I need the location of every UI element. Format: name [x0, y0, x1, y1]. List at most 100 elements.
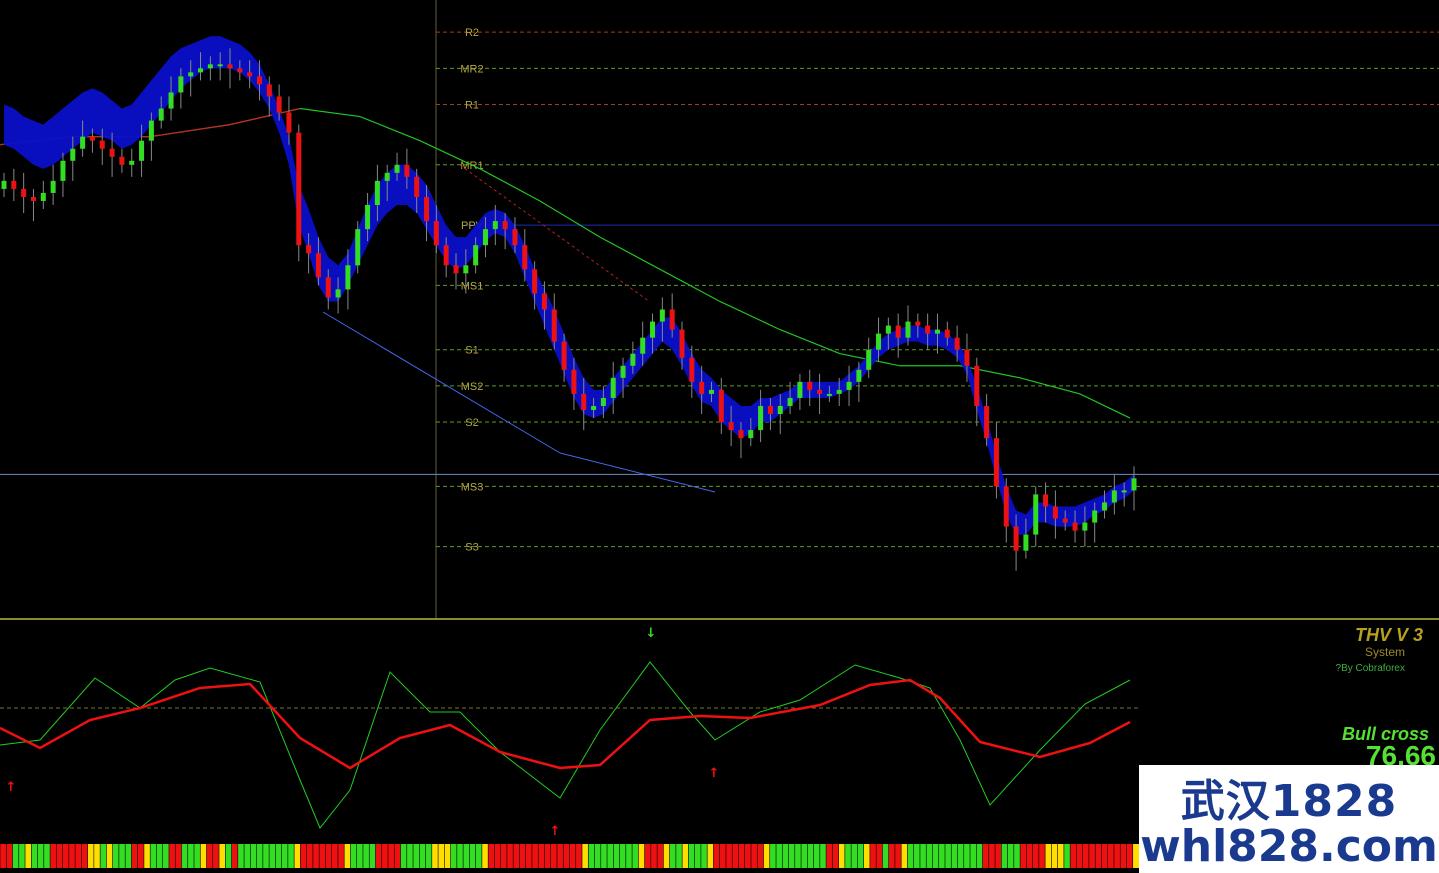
strip-cell — [394, 844, 401, 868]
strip-cell — [506, 844, 514, 868]
candle-body — [119, 156, 125, 165]
arrow-down-icon: ↓ — [646, 626, 657, 641]
strip-cell — [275, 844, 283, 868]
strip-cell — [31, 844, 38, 868]
candle-body — [1111, 490, 1117, 503]
candle-body — [178, 76, 184, 93]
strip-cell — [888, 844, 896, 868]
strip-cell — [106, 844, 114, 868]
candle-body — [502, 221, 508, 230]
strip-cell — [200, 844, 207, 868]
strip-cell — [1088, 844, 1096, 868]
candle-body — [561, 341, 567, 370]
strip-cell — [519, 844, 527, 868]
strip-cell — [156, 844, 164, 868]
color-strip — [0, 844, 1140, 868]
strip-cell — [725, 844, 733, 868]
strip-cell — [538, 844, 545, 868]
strip-cell — [494, 844, 502, 868]
candle-body — [60, 160, 66, 181]
strip-cell — [851, 844, 858, 868]
strip-cell — [1020, 844, 1027, 868]
candle-body — [581, 393, 587, 410]
candle-body — [404, 164, 410, 177]
candle-body — [1043, 494, 1049, 507]
strip-cell — [982, 844, 990, 868]
strip-cell — [406, 844, 414, 868]
candle-body — [394, 164, 400, 173]
candle-body — [21, 188, 27, 197]
strip-cell — [37, 844, 45, 868]
candle-body — [1131, 478, 1137, 491]
pivot-label-mr2: MR2 — [460, 63, 483, 75]
strip-cell — [306, 844, 314, 868]
candle-body — [247, 72, 253, 77]
oscillator — [0, 661, 1131, 829]
candle-body — [571, 369, 577, 394]
strip-cell — [607, 844, 614, 868]
arrow-up-icon: ↑ — [6, 780, 17, 795]
strip-cell — [294, 844, 301, 868]
strip-cell — [707, 844, 714, 868]
candle-body — [522, 245, 528, 270]
candle-body — [315, 253, 321, 278]
arrow-up-icon: ↑ — [709, 766, 720, 781]
candle-body — [306, 245, 312, 254]
candle-body — [365, 205, 371, 230]
candle-body — [718, 389, 724, 423]
candle-body — [30, 196, 36, 201]
candle-body — [374, 180, 380, 205]
candle-body — [207, 64, 213, 69]
candle-body — [433, 221, 439, 246]
candle-body — [699, 381, 705, 394]
strip-cell — [1001, 844, 1008, 868]
candle-body — [1023, 534, 1029, 551]
candle-body — [787, 397, 793, 406]
candle-body — [148, 120, 154, 141]
strip-cell — [250, 844, 257, 868]
candle-body — [463, 265, 469, 274]
strip-cell — [75, 844, 82, 868]
strip-cell — [919, 844, 927, 868]
candle-body — [325, 277, 331, 298]
strip-cell — [876, 844, 883, 868]
strip-cell — [100, 844, 107, 868]
strip-cell — [944, 844, 952, 868]
strip-cell — [813, 844, 821, 868]
candle-body — [817, 389, 823, 394]
strip-cell — [932, 844, 940, 868]
strip-cell — [1082, 844, 1090, 868]
strip-cell — [419, 844, 426, 868]
strip-cell — [50, 844, 57, 868]
strip-cell — [650, 844, 658, 868]
pivot-label-s3: S3 — [465, 542, 478, 554]
strip-cell — [131, 844, 139, 868]
strip-cell — [137, 844, 145, 868]
candle-body — [591, 405, 597, 410]
strip-cell — [1051, 844, 1059, 868]
strip-cell — [281, 844, 289, 868]
strip-cell — [463, 844, 470, 868]
candle-body — [80, 136, 86, 149]
candle-body — [40, 192, 46, 201]
candle-body — [954, 337, 960, 350]
candle-body — [109, 148, 115, 157]
strip-cell — [863, 844, 871, 868]
strip-cell — [43, 844, 51, 868]
strip-cell — [125, 844, 132, 868]
candle-body — [532, 269, 538, 294]
strip-cell — [857, 844, 865, 868]
strip-cell — [782, 844, 789, 868]
strip-cell — [206, 844, 214, 868]
strip-cell — [619, 844, 627, 868]
strip-cell — [356, 844, 364, 868]
candle-body — [1121, 490, 1127, 493]
candle-body — [748, 430, 754, 439]
strip-cell — [431, 844, 439, 868]
candle-body — [934, 329, 940, 334]
pivot-label-ms2: MS2 — [461, 381, 484, 393]
strip-cell — [882, 844, 890, 868]
candle-body — [414, 176, 420, 197]
strip-cell — [81, 844, 89, 868]
strip-cell — [963, 844, 971, 868]
